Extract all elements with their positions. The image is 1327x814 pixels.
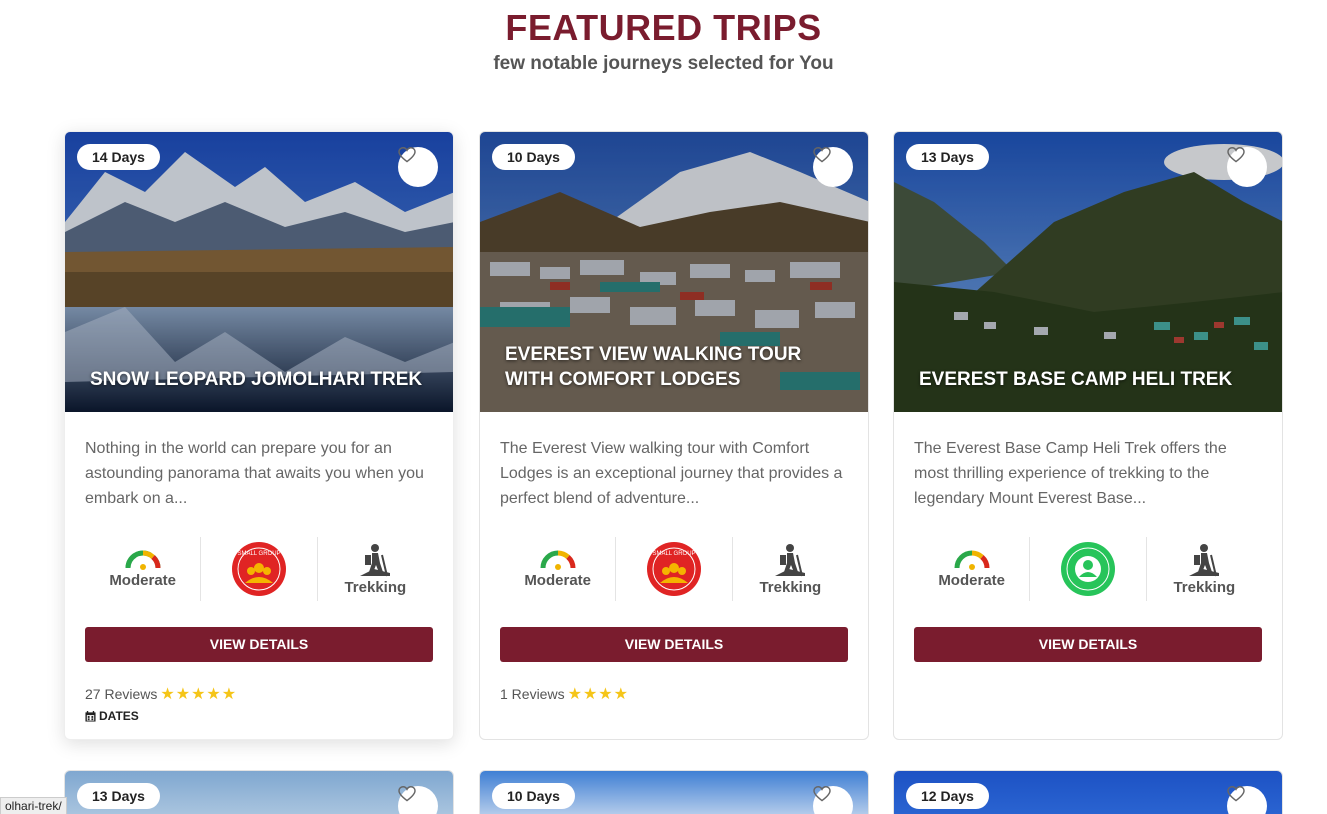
- wishlist-heart-icon[interactable]: [398, 786, 438, 814]
- star-rating-icon: ★★★★★: [160, 686, 238, 703]
- view-details-button[interactable]: VIEW DETAILS: [85, 627, 433, 662]
- duration-badge: 10 Days: [492, 144, 575, 170]
- trip-image[interactable]: 12 Days: [894, 771, 1282, 814]
- difficulty-gauge-icon: [954, 550, 990, 570]
- section-title: FEATURED TRIPS: [505, 7, 822, 48]
- difficulty-attribute: Moderate: [500, 537, 617, 601]
- difficulty-gauge-icon: [540, 550, 576, 570]
- trekking-hiker-icon: [360, 543, 391, 576]
- trip-card[interactable]: 12 Days: [893, 770, 1283, 814]
- activity-attribute: Trekking: [733, 537, 848, 601]
- section-subtitle: few notable journeys selected for You: [493, 53, 834, 74]
- trip-card[interactable]: 10 Days: [479, 770, 869, 814]
- activity-label: Trekking: [759, 578, 822, 596]
- wishlist-heart-icon[interactable]: [1227, 147, 1267, 187]
- duration-badge: 14 Days: [77, 144, 160, 170]
- duration-badge: 12 Days: [906, 783, 989, 809]
- trip-description: The Everest Base Camp Heli Trek offers t…: [914, 440, 1227, 507]
- difficulty-label: Moderate: [109, 571, 176, 589]
- trip-image[interactable]: 13 Days: [65, 771, 453, 814]
- difficulty-gauge-icon: [125, 550, 161, 570]
- activity-label: Trekking: [1173, 578, 1236, 596]
- trip-card[interactable]: 10 Days EVEREST VIEW WALKING TOUR WITH C…: [479, 131, 869, 740]
- duration-badge: 13 Days: [77, 783, 160, 809]
- group-type-attribute: SMALL GROUP: [616, 537, 733, 601]
- trip-card[interactable]: 13 Days EVEREST BASE CAMP HELI TREK The …: [893, 131, 1283, 740]
- dates-link[interactable]: DATES: [85, 709, 433, 723]
- activity-label: Trekking: [344, 578, 407, 596]
- trip-attributes: Moderate SMALL GROUP Trekking: [85, 537, 433, 601]
- wishlist-heart-icon[interactable]: [813, 786, 853, 814]
- wishlist-heart-icon[interactable]: [813, 147, 853, 187]
- trip-attributes: Moderate SMALL GROUP Trekking: [500, 537, 848, 601]
- difficulty-attribute: Moderate: [914, 537, 1031, 601]
- dates-label: DATES: [99, 709, 139, 723]
- difficulty-label: Moderate: [938, 571, 1005, 589]
- trip-image[interactable]: 10 Days: [480, 771, 868, 814]
- small-group-badge-icon: SMALL GROUP: [646, 542, 701, 596]
- trip-description: The Everest View walking tour with Comfo…: [500, 440, 843, 507]
- trip-title[interactable]: SNOW LEOPARD JOMOLHARI TREK: [90, 367, 428, 392]
- trip-title[interactable]: EVEREST BASE CAMP HELI TREK: [919, 367, 1257, 392]
- reviews-count: 27 Reviews: [85, 686, 158, 702]
- trip-description: Nothing in the world can prepare you for…: [85, 440, 424, 507]
- group-type-attribute: [1030, 537, 1147, 601]
- calendar-icon: [85, 710, 96, 722]
- trekking-hiker-icon: [1189, 543, 1220, 576]
- reviews-count: 1 Reviews: [500, 686, 565, 702]
- section-header: FEATURED TRIPS few notable journeys sele…: [0, 6, 1327, 75]
- wishlist-heart-icon[interactable]: [1227, 786, 1267, 814]
- trekking-hiker-icon: [775, 543, 806, 576]
- independent-private-badge-icon: [1060, 542, 1115, 596]
- duration-badge: 10 Days: [492, 783, 575, 809]
- reviews-summary[interactable]: 27 Reviews ★★★★★: [85, 684, 433, 704]
- trip-card[interactable]: 13 Days: [64, 770, 454, 814]
- trip-image[interactable]: 10 Days EVEREST VIEW WALKING TOUR WITH C…: [480, 132, 868, 412]
- status-bar-url: olhari-trek/: [0, 797, 67, 814]
- small-group-badge-icon: SMALL GROUP: [231, 542, 286, 596]
- activity-attribute: Trekking: [1147, 537, 1262, 601]
- trip-image[interactable]: 13 Days EVEREST BASE CAMP HELI TREK: [894, 132, 1282, 412]
- star-rating-icon: ★★★★: [567, 686, 629, 703]
- reviews-summary[interactable]: 1 Reviews ★★★★: [500, 684, 848, 704]
- trip-card[interactable]: 14 Days SNOW LEOPARD JOMOLHARI TREK Noth…: [64, 131, 454, 740]
- svg-text:SMALL GROUP: SMALL GROUP: [652, 551, 695, 557]
- svg-text:SMALL GROUP: SMALL GROUP: [237, 551, 280, 557]
- wishlist-heart-icon[interactable]: [398, 147, 438, 187]
- trip-title[interactable]: EVEREST VIEW WALKING TOUR WITH COMFORT L…: [505, 342, 843, 392]
- difficulty-attribute: Moderate: [85, 537, 202, 601]
- trip-attributes: Moderate Trekking: [914, 537, 1262, 601]
- trip-image[interactable]: 14 Days SNOW LEOPARD JOMOLHARI TREK: [65, 132, 453, 412]
- difficulty-label: Moderate: [524, 571, 591, 589]
- view-details-button[interactable]: VIEW DETAILS: [500, 627, 848, 662]
- activity-attribute: Trekking: [318, 537, 433, 601]
- group-type-attribute: SMALL GROUP: [201, 537, 318, 601]
- view-details-button[interactable]: VIEW DETAILS: [914, 627, 1262, 662]
- duration-badge: 13 Days: [906, 144, 989, 170]
